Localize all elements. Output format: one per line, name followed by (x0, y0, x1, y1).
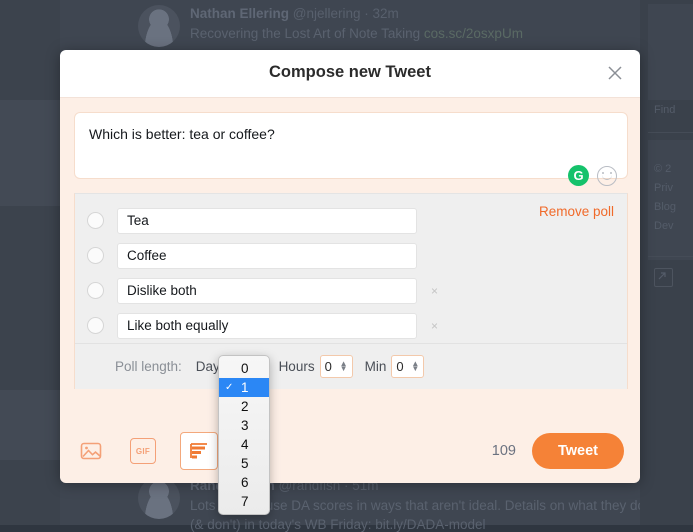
dropdown-option-label: 4 (241, 437, 249, 452)
stepper-arrows-icon: ▲▼ (339, 359, 348, 373)
poll-hours-value: 0 (324, 359, 332, 374)
dropdown-option-7[interactable]: 7 (219, 492, 269, 511)
grammarly-icon[interactable]: G (568, 165, 589, 186)
footer-blog-link[interactable]: Blog (654, 201, 676, 213)
poll-option-row: Like both equally × (75, 308, 627, 343)
dropdown-option-4[interactable]: 4 (219, 435, 269, 454)
poll-days-dropdown[interactable]: 0 ✓ 1 2 3 4 5 6 7 (218, 355, 270, 515)
modal-header: Compose new Tweet (60, 50, 640, 98)
compose-toolbar: GIF 109 Tweet (60, 419, 640, 483)
poll-option-input-1[interactable]: Tea (117, 207, 417, 234)
poll-option-input-4[interactable]: Like both equally (117, 312, 417, 339)
compose-card: Which is better: tea or coffee? G (74, 112, 628, 186)
footer-privacy-link[interactable]: Priv (654, 182, 673, 194)
poll-options-list: Tea Coffee Dislike both × Like both equa… (75, 194, 627, 343)
modal-body: Which is better: tea or coffee? G Remove… (60, 98, 640, 483)
dropdown-option-label: 7 (241, 494, 249, 509)
dropdown-option-label: 0 (241, 361, 249, 376)
dropdown-option-label: 3 (241, 418, 249, 433)
right-sidebar: Find © 2 Priv Blog Dev (640, 0, 693, 525)
poll-option-radio[interactable] (87, 282, 104, 299)
dropdown-option-3[interactable]: 3 (219, 416, 269, 435)
poll-option-remove-icon-4[interactable]: × (431, 319, 441, 333)
poll-option-input-2[interactable]: Coffee (117, 242, 417, 269)
tweet-body: Recovering the Lost Art of Note Taking c… (190, 26, 523, 41)
poll-option-row: Tea (75, 203, 627, 238)
poll-option-remove-icon-3[interactable]: × (431, 284, 441, 298)
compose-icon-group: G (568, 165, 617, 186)
poll-length-label: Poll length: (115, 359, 182, 374)
compose-tweet-modal: Compose new Tweet Which is better: tea o… (60, 50, 640, 483)
tweet-meta: Nathan Ellering @njellering · 32m (190, 6, 399, 21)
dropdown-option-2[interactable]: 2 (219, 397, 269, 416)
image-icon[interactable] (76, 436, 106, 466)
dropdown-option-label: 2 (241, 399, 249, 414)
right-card-top (648, 4, 693, 100)
background-tweet-top[interactable]: Nathan Ellering @njellering · 32m Recove… (120, 0, 693, 52)
poll-hours-stepper[interactable]: 0 ▲ ▼ (319, 355, 353, 378)
footer-copyright: © 2 (654, 163, 672, 175)
dropdown-option-label: 5 (241, 456, 249, 471)
character-count: 109 (491, 443, 516, 459)
gif-icon[interactable]: GIF (128, 436, 158, 466)
dropdown-option-1[interactable]: ✓ 1 (219, 378, 269, 397)
poll-hours-label: Hours (278, 359, 315, 374)
poll-min-label: Min (364, 359, 387, 374)
avatar (138, 5, 180, 47)
stepper-arrows-icon: ▲▼ (411, 359, 420, 373)
dropdown-option-label: 6 (241, 475, 249, 490)
poll-length-row: Poll length: Days 1 ▲▼ Hours 0 ▲▼ Min 0 … (75, 343, 627, 389)
left-rail (0, 0, 60, 525)
poll-min-stepper[interactable]: 0 ▲ ▼ (391, 355, 425, 378)
emoji-smiley-icon[interactable] (597, 165, 617, 186)
poll-min-value: 0 (396, 359, 404, 374)
tweet-link[interactable]: cos.sc/2osxpUm (424, 26, 523, 41)
footer-dev-link[interactable]: Dev (654, 220, 674, 232)
external-link-icon[interactable] (654, 268, 673, 287)
divider (648, 256, 693, 257)
tweet-button[interactable]: Tweet (531, 433, 624, 469)
tweet-body-text: Recovering the Lost Art of Note Taking (190, 26, 421, 41)
poll-option-row: Dislike both × (75, 273, 627, 308)
check-icon: ✓ (225, 382, 234, 393)
gif-label: GIF (130, 438, 156, 464)
avatar (138, 477, 180, 519)
poll-icon[interactable] (180, 432, 218, 470)
tweet-author-handle: @njellering (292, 6, 361, 21)
poll-option-row: Coffee (75, 238, 627, 273)
dropdown-option-0[interactable]: 0 (219, 359, 269, 378)
divider (648, 132, 693, 133)
poll-option-radio[interactable] (87, 247, 104, 264)
poll-editor: Remove poll Tea Coffee Dislike both × Li… (74, 193, 628, 389)
tweet-author-name: Nathan Ellering (190, 6, 290, 21)
tweet-text-input[interactable]: Which is better: tea or coffee? (75, 113, 627, 178)
find-label[interactable]: Find (654, 104, 675, 116)
dropdown-option-label: 1 (241, 380, 249, 395)
dropdown-option-6[interactable]: 6 (219, 473, 269, 492)
poll-option-input-3[interactable]: Dislike both (117, 277, 417, 304)
poll-option-radio[interactable] (87, 212, 104, 229)
poll-option-radio[interactable] (87, 317, 104, 334)
right-card-footer (648, 140, 693, 260)
dropdown-option-5[interactable]: 5 (219, 454, 269, 473)
tweet-timestamp: · 32m (364, 6, 399, 21)
close-icon[interactable] (604, 62, 626, 84)
page-title: Compose new Tweet (269, 63, 431, 81)
